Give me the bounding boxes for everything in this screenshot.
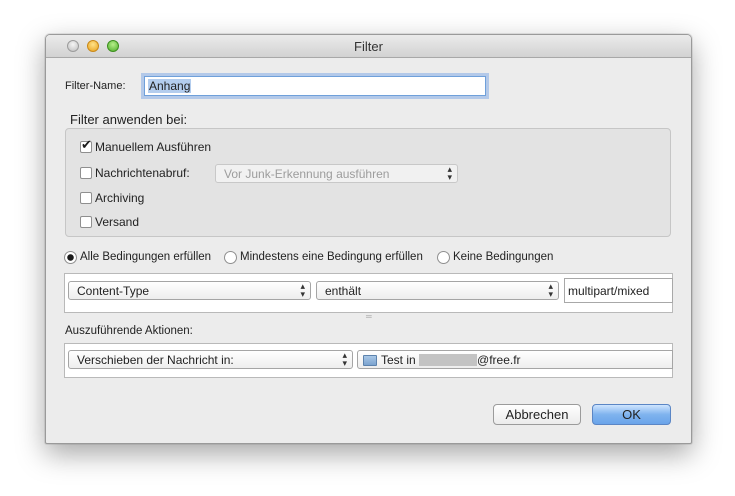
condition-field-popup[interactable]: Content-Type ▴ ▾: [68, 281, 311, 300]
archiving-label: Archiving: [95, 191, 145, 205]
action-type-popup[interactable]: Verschieben der Nachricht in: ▴ ▾: [68, 350, 353, 369]
sending-label: Versand: [95, 215, 140, 229]
match-any-label: Mindestens eine Bedingung erfüllen: [240, 251, 423, 263]
match-all-label: Alle Bedingungen erfüllen: [80, 251, 212, 263]
apply-heading: Filter anwenden bei:: [70, 112, 188, 127]
action-type-value: Verschieben der Nachricht in:: [77, 353, 234, 367]
title-bar: Filter: [46, 35, 691, 58]
match-all-radio[interactable]: [64, 251, 77, 264]
fetch-label: Nachrichtenabruf:: [95, 166, 190, 180]
actions-list[interactable]: Verschieben der Nachricht in: ▴ ▾ Test in…: [64, 343, 673, 378]
redacted-email: [419, 354, 478, 366]
action-target: Test in @free.fr: [363, 353, 521, 367]
popup-arrows-icon: ▴ ▾: [447, 164, 452, 182]
ok-button[interactable]: OK: [592, 404, 671, 425]
filter-name-input[interactable]: Anhang: [144, 76, 486, 96]
filter-name-label: Filter-Name:: [65, 80, 126, 92]
resize-grip-icon[interactable]: ═: [366, 312, 372, 321]
action-target-suffix: @free.fr: [477, 353, 521, 367]
folder-icon: [363, 355, 377, 366]
condition-operator-popup[interactable]: enthält ▴ ▾: [316, 281, 559, 300]
actions-label: Auszuführende Aktionen:: [65, 325, 193, 337]
popup-arrows-icon: ▴ ▾: [300, 281, 305, 299]
manual-run-label: Manuellem Ausführen: [95, 140, 212, 154]
condition-field-value: Content-Type: [77, 284, 150, 298]
popup-arrows-icon: ▴ ▾: [342, 350, 347, 368]
manual-run-checkbox[interactable]: ✔: [80, 137, 92, 153]
sending-checkbox[interactable]: [80, 216, 92, 228]
cancel-button[interactable]: Abbrechen: [493, 404, 581, 425]
apply-options-box: ✔ Manuellem Ausführen Nachrichtenabruf: …: [65, 128, 671, 237]
match-any-radio[interactable]: [224, 251, 237, 264]
junk-timing-value: Vor Junk-Erkennung ausführen: [224, 167, 390, 181]
action-target-popup[interactable]: Test in @free.fr: [357, 350, 673, 369]
fetch-checkbox[interactable]: [80, 167, 92, 179]
junk-timing-popup[interactable]: Vor Junk-Erkennung ausführen ▴ ▾: [215, 164, 458, 183]
archiving-checkbox[interactable]: [80, 192, 92, 204]
conditions-list[interactable]: Content-Type ▴ ▾ enthält ▴ ▾ multipart/mix…: [64, 273, 673, 313]
popup-arrows-icon: ▴ ▾: [548, 281, 553, 299]
filter-name-value: Anhang: [148, 79, 192, 93]
filter-dialog: Filter Filter-Name: Anhang Filter anwend…: [45, 34, 692, 444]
condition-value-input[interactable]: multipart/mixed: [564, 278, 673, 303]
window-title: Filter: [354, 39, 383, 54]
condition-value-text: multipart/mixed: [568, 284, 650, 298]
condition-operator-value: enthält: [325, 284, 362, 298]
action-target-prefix: Test in: [381, 353, 416, 367]
match-none-radio[interactable]: [437, 251, 450, 264]
checkmark-icon: ✔: [81, 137, 92, 152]
match-none-label: Keine Bedingungen: [453, 251, 554, 263]
